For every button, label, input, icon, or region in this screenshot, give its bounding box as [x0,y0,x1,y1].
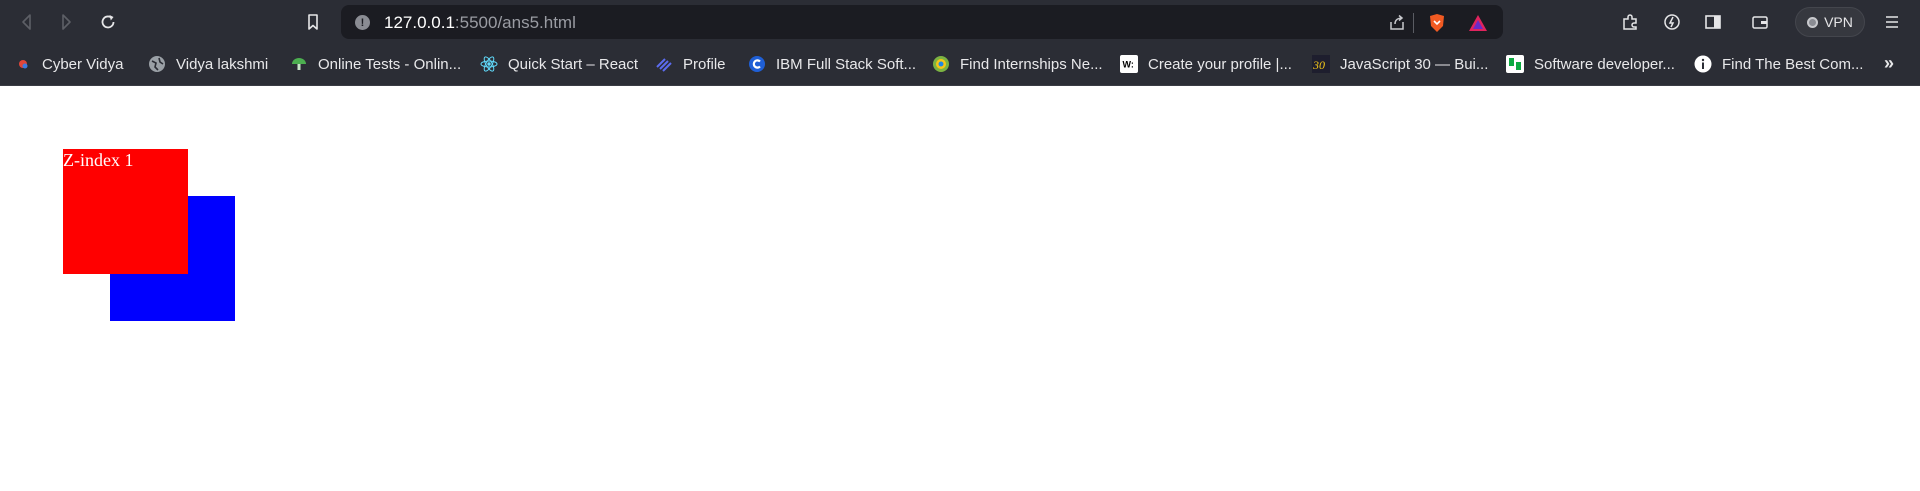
bookmark-online-tests[interactable]: Online Tests - Onlin... [290,51,461,77]
bookmark-label: Find The Best Com... [1722,55,1864,73]
svg-text:30: 30 [1312,58,1325,72]
extensions-icon[interactable] [1618,10,1642,34]
svg-text:W:: W: [1123,60,1134,70]
bookmark-find-internships[interactable]: Find Internships Ne... [932,51,1103,77]
bookmark-label: Create your profile |... [1148,55,1292,73]
cyber-vidya-icon [14,55,32,73]
site-info-icon[interactable]: ! [355,15,370,30]
brave-shield-icon[interactable] [1426,12,1448,34]
glassdoor-icon [1506,55,1524,73]
red-box-label: Z-index 1 [63,150,134,170]
coursera-icon [748,55,766,73]
vpn-label: VPN [1824,14,1853,30]
bookmarks-bar: Cyber Vidya Vidya lakshmi Online Tests -… [0,43,1920,86]
bookmark-label: IBM Full Stack Soft... [776,55,917,73]
vpn-status-icon [1807,16,1819,28]
bookmark-label: Software developer... [1534,55,1675,73]
vpn-button[interactable]: VPN [1795,7,1865,37]
bookmark-label: Quick Start – React [508,55,639,73]
bookmark-quick-start-react[interactable]: Quick Start – React [480,51,638,77]
bookmark-label: Vidya lakshmi [176,55,269,73]
menu-icon[interactable] [1880,10,1904,34]
sidebar-icon[interactable] [1701,10,1725,34]
wellfound-icon: W: [1120,55,1138,73]
bookmark-vidya-lakshmi[interactable]: Vidya lakshmi [148,51,268,77]
bookmark-create-profile[interactable]: W: Create your profile |... [1120,51,1292,77]
info-icon [1694,55,1712,73]
share-icon[interactable] [1386,12,1408,34]
forward-icon [62,14,71,30]
stripes-icon [655,55,673,73]
url-text[interactable]: 127.0.0.1:5500/ans5.html [384,13,576,33]
address-bar[interactable]: ! 127.0.0.1:5500/ans5.html [341,5,1503,39]
browser-toolbar: ! 127.0.0.1:5500/ans5.html VPN [0,0,1920,43]
reload-icon [101,15,115,29]
more-bookmarks-chevron-icon[interactable]: » [1884,53,1894,74]
bookmark-label: JavaScript 30 — Bui... [1340,55,1489,73]
bookmark-icon [308,14,318,30]
bookmark-software-developer[interactable]: Software developer... [1506,51,1675,77]
bookmark-page-button[interactable] [300,9,326,35]
bookmark-javascript-30[interactable]: 30 JavaScript 30 — Bui... [1312,51,1488,77]
wallet-icon[interactable] [1748,10,1772,34]
mushroom-icon [290,55,308,73]
reload-button[interactable] [95,9,121,35]
back-button[interactable] [14,9,40,35]
bookmark-find-the-best[interactable]: Find The Best Com... [1694,51,1863,77]
back-icon [22,14,31,30]
page-content: Z-index 1 [0,86,1920,491]
react-icon [480,55,498,73]
internshala-icon [932,55,950,73]
bookmark-label: Cyber Vidya [42,55,124,73]
bookmark-label: Find Internships Ne... [960,55,1103,73]
bookmark-ibm-full-stack[interactable]: IBM Full Stack Soft... [748,51,916,77]
brave-rewards-icon[interactable] [1467,12,1489,34]
bookmark-profile[interactable]: Profile [655,51,726,77]
red-box: Z-index 1 [63,149,188,274]
url-separator [1413,13,1414,33]
js30-icon: 30 [1312,55,1330,73]
bookmark-label: Profile [683,55,726,73]
bookmark-cyber-vidya[interactable]: Cyber Vidya [14,51,123,77]
leo-icon[interactable] [1660,10,1684,34]
globe-icon [148,55,166,73]
forward-button[interactable] [53,9,79,35]
bookmark-label: Online Tests - Onlin... [318,55,462,73]
